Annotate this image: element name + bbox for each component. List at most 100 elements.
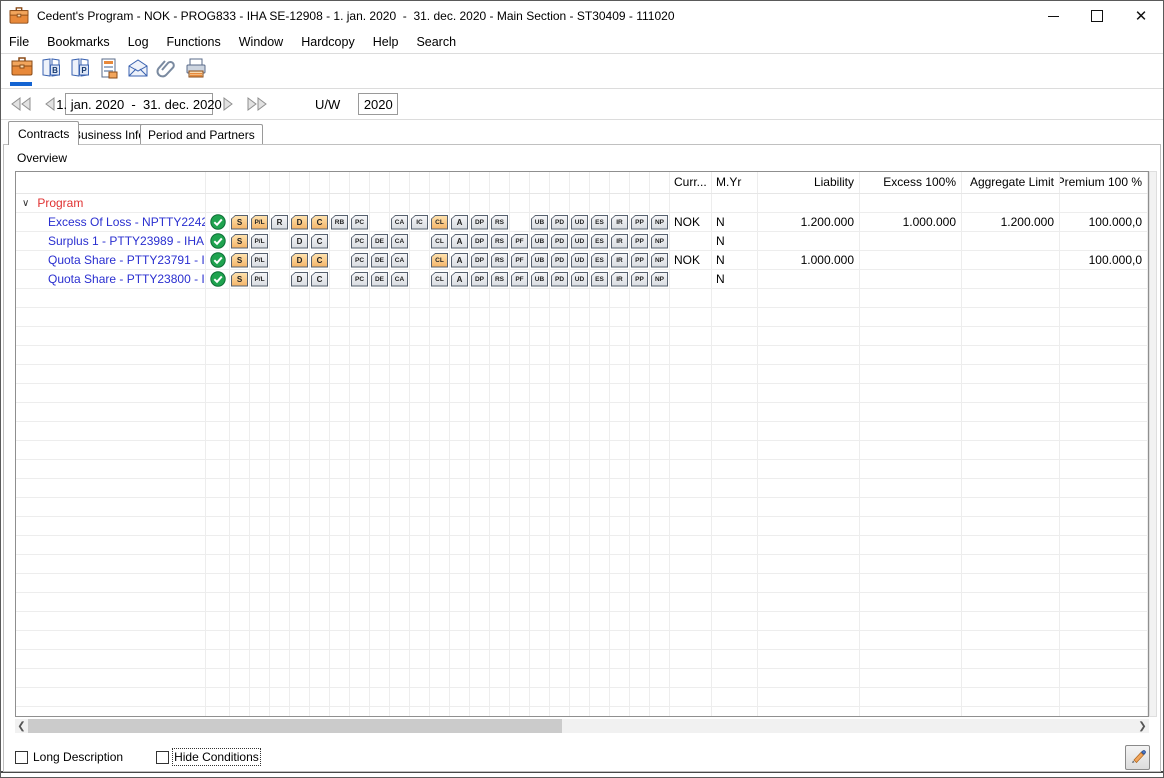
condition-badge-ir[interactable]: IR xyxy=(611,272,628,287)
contract-name[interactable]: Quota Share - PTTY23800 - IHA xyxy=(16,270,206,288)
condition-badge-ud[interactable]: UD xyxy=(571,215,588,230)
menu-window[interactable]: Window xyxy=(230,35,292,49)
condition-cell-pd[interactable]: PD xyxy=(550,232,570,250)
condition-badge-pl[interactable]: P/L xyxy=(251,253,268,268)
condition-badge-ca[interactable]: CA xyxy=(391,253,408,268)
condition-cell-s[interactable]: S xyxy=(230,270,250,288)
condition-badge-es[interactable]: ES xyxy=(591,234,608,249)
condition-cell-c[interactable]: C xyxy=(310,213,330,231)
condition-badge-a[interactable]: A xyxy=(451,272,468,287)
condition-badge-rs[interactable]: RS xyxy=(491,272,508,287)
condition-badge-pc[interactable]: PC xyxy=(351,234,368,249)
condition-badge-r[interactable]: R xyxy=(271,215,288,230)
condition-badge-s[interactable]: S xyxy=(231,234,248,249)
condition-cell-rb[interactable] xyxy=(330,232,350,250)
condition-cell-c[interactable]: C xyxy=(310,270,330,288)
menu-log[interactable]: Log xyxy=(119,35,158,49)
contract-name[interactable]: Excess Of Loss - NPTTY22428A xyxy=(16,213,206,231)
condition-badge-pp[interactable]: PP xyxy=(631,272,648,287)
condition-badge-pp[interactable]: PP xyxy=(631,234,648,249)
long-description-checkbox[interactable] xyxy=(15,751,28,764)
condition-cell-ir[interactable]: IR xyxy=(610,251,630,269)
condition-cell-de[interactable]: DE xyxy=(370,251,390,269)
condition-badge-d[interactable]: D xyxy=(291,272,308,287)
condition-cell-pd[interactable]: PD xyxy=(550,213,570,231)
hide-conditions-checkbox[interactable] xyxy=(156,751,169,764)
condition-badge-ir[interactable]: IR xyxy=(611,215,628,230)
condition-cell-pl[interactable]: P/L xyxy=(250,213,270,231)
condition-badge-a[interactable]: A xyxy=(451,234,468,249)
minimize-button[interactable] xyxy=(1031,1,1075,31)
condition-cell-dp[interactable]: DP xyxy=(470,213,490,231)
condition-badge-pd[interactable]: PD xyxy=(551,272,568,287)
condition-badge-pc[interactable]: PC xyxy=(351,272,368,287)
condition-badge-cl[interactable]: CL xyxy=(431,272,448,287)
condition-badge-de[interactable]: DE xyxy=(371,234,388,249)
horizontal-scrollbar[interactable]: ❮ ❯ xyxy=(15,719,1149,733)
log-button[interactable] xyxy=(95,57,123,87)
condition-badge-ud[interactable]: UD xyxy=(571,253,588,268)
condition-badge-es[interactable]: ES xyxy=(591,272,608,287)
condition-cell-pd[interactable]: PD xyxy=(550,251,570,269)
condition-cell-cl[interactable]: CL xyxy=(430,213,450,231)
condition-badge-ca[interactable]: CA xyxy=(391,234,408,249)
menu-functions[interactable]: Functions xyxy=(158,35,230,49)
condition-badge-ub[interactable]: UB xyxy=(531,234,548,249)
condition-badge-d[interactable]: D xyxy=(291,215,308,230)
condition-badge-c[interactable]: C xyxy=(311,215,328,230)
condition-cell-r[interactable] xyxy=(270,270,290,288)
condition-badge-ca[interactable]: CA xyxy=(391,215,408,230)
program-group-cell[interactable]: ∨Program xyxy=(16,194,206,212)
close-button[interactable]: ✕ xyxy=(1119,1,1163,31)
menu-search[interactable]: Search xyxy=(407,35,465,49)
condition-cell-cl[interactable]: CL xyxy=(430,232,450,250)
condition-cell-ub[interactable]: UB xyxy=(530,213,550,231)
contract-row[interactable]: Surplus 1 - PTTY23989 - IHA SE-SP/LDCPCD… xyxy=(16,232,1148,251)
vertical-scrollbar[interactable] xyxy=(1149,171,1157,717)
condition-badge-pl[interactable]: P/L xyxy=(251,215,268,230)
scroll-left-arrow[interactable]: ❮ xyxy=(15,719,28,733)
condition-badge-s[interactable]: S xyxy=(231,272,248,287)
condition-badge-de[interactable]: DE xyxy=(371,253,388,268)
scrollbar-thumb[interactable] xyxy=(28,719,562,733)
condition-cell-a[interactable]: A xyxy=(450,213,470,231)
edit-button[interactable] xyxy=(1125,745,1150,770)
condition-cell-d[interactable]: D xyxy=(290,251,310,269)
chevron-down-icon[interactable]: ∨ xyxy=(22,198,29,209)
condition-cell-pc[interactable]: PC xyxy=(350,213,370,231)
condition-cell-ca[interactable]: CA xyxy=(390,232,410,250)
condition-badge-ub[interactable]: UB xyxy=(531,253,548,268)
condition-badge-cl[interactable]: CL xyxy=(431,234,448,249)
condition-badge-cl[interactable]: CL xyxy=(431,215,448,230)
condition-badge-d[interactable]: D xyxy=(291,253,308,268)
condition-cell-c[interactable]: C xyxy=(310,251,330,269)
condition-cell-pp[interactable]: PP xyxy=(630,232,650,250)
condition-badge-pl[interactable]: P/L xyxy=(251,234,268,249)
condition-cell-np[interactable]: NP xyxy=(650,270,670,288)
print-button[interactable] xyxy=(182,57,210,87)
condition-cell-es[interactable]: ES xyxy=(590,232,610,250)
condition-cell-ca[interactable]: CA xyxy=(390,213,410,231)
contract-name[interactable]: Quota Share - PTTY23791 - IHA xyxy=(16,251,206,269)
condition-badge-pl[interactable]: P/L xyxy=(251,272,268,287)
condition-cell-d[interactable]: D xyxy=(290,213,310,231)
condition-cell-np[interactable]: NP xyxy=(650,232,670,250)
cedent-program-button[interactable] xyxy=(8,57,36,87)
condition-badge-ub[interactable]: UB xyxy=(531,272,548,287)
program-group-row[interactable]: ∨Program xyxy=(16,194,1148,213)
condition-cell-a[interactable]: A xyxy=(450,251,470,269)
condition-badge-s[interactable]: S xyxy=(231,215,248,230)
contract-row[interactable]: Quota Share - PTTY23800 - IHASP/LDCPCDEC… xyxy=(16,270,1148,289)
tab-period-and-partners[interactable]: Period and Partners xyxy=(140,124,263,144)
condition-cell-pp[interactable]: PP xyxy=(630,270,650,288)
condition-cell-ud[interactable]: UD xyxy=(570,251,590,269)
condition-cell-r[interactable] xyxy=(270,251,290,269)
condition-cell-a[interactable]: A xyxy=(450,232,470,250)
condition-cell-pc[interactable]: PC xyxy=(350,251,370,269)
condition-cell-ca[interactable]: CA xyxy=(390,251,410,269)
condition-cell-cl[interactable]: CL xyxy=(430,270,450,288)
condition-cell-pd[interactable]: PD xyxy=(550,270,570,288)
condition-cell-ic[interactable]: IC xyxy=(410,213,430,231)
condition-badge-ub[interactable]: UB xyxy=(531,215,548,230)
mail-button[interactable] xyxy=(124,57,152,87)
